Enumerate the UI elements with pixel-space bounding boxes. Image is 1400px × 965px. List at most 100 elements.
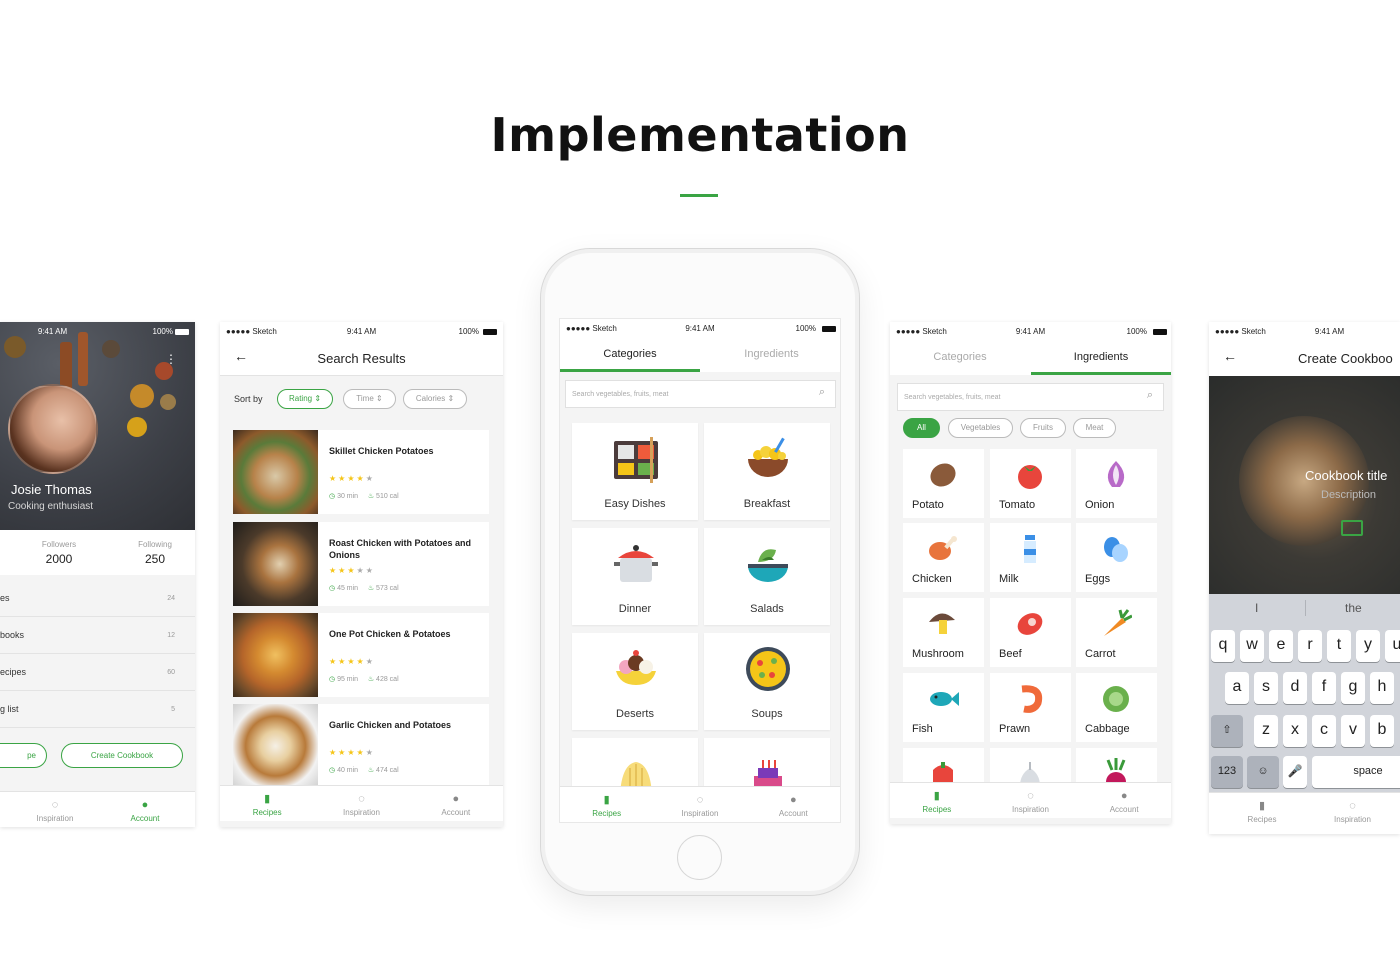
tab-inspiration[interactable]: ◌ Inspiration [653,787,746,822]
filter-vegetables-chip[interactable]: Vegetables [948,418,1013,438]
category-card[interactable]: Salads [704,528,830,625]
recipe-card[interactable]: Skillet Chicken Potatoes ★★★★★ ◷ 30 min … [233,430,489,514]
ingredient-card[interactable]: Milk [990,523,1071,592]
key[interactable]: c [1312,715,1336,747]
sort-rating-chip[interactable]: Rating ⇕ [277,389,333,409]
ingredient-card[interactable]: Tomato [990,449,1071,518]
tab-inspiration[interactable]: ◌ Inspiration [1315,793,1390,834]
dictation-key[interactable]: 🎤 [1283,756,1307,788]
ingredient-card[interactable] [903,748,984,790]
tab-account[interactable]: ● Account [409,786,503,821]
filter-all-chip[interactable]: All [903,418,940,438]
ingredient-card[interactable] [1076,748,1157,790]
ingredient-card[interactable]: Carrot [1076,598,1157,667]
key[interactable]: x [1283,715,1307,747]
key[interactable]: h [1370,672,1394,704]
tab-inspiration[interactable]: ◌ Inspiration [314,786,408,821]
avatar[interactable] [8,384,98,474]
cookbook-cover-image[interactable]: Cookbook title Description [1209,376,1400,594]
tab-label: Account [778,809,808,818]
key[interactable]: u [1385,630,1400,662]
ingredient-card[interactable]: Eggs [1076,523,1157,592]
suggestion[interactable]: the [1345,601,1362,615]
followers-stat[interactable]: Followers 2000 [24,540,94,566]
tab-categories[interactable]: Categories [890,340,1030,375]
account-icon: ● [141,799,149,811]
tab-label: Account [130,814,160,823]
sort-time-chip[interactable]: Time ⇕ [343,389,396,409]
recipe-card[interactable]: One Pot Chicken & Potatoes ★★★★★ ◷ 95 mi… [233,613,489,697]
recipe-card[interactable]: Roast Chicken with Potatoes and Onions ★… [233,522,489,606]
back-arrow-icon[interactable]: ← [1223,348,1237,364]
category-card[interactable]: Deserts [572,633,698,730]
fish-icon [930,692,959,706]
tab-account[interactable]: ● Account [110,792,180,827]
tab-recipes[interactable]: ▮ Recipes [220,786,314,821]
cookbook-description-input[interactable]: Description [1321,489,1376,501]
emoji-key[interactable]: ☺ [1247,756,1279,788]
ingredient-card[interactable]: Prawn [990,673,1071,742]
shift-key[interactable]: ⇧ [1211,715,1243,747]
following-stat[interactable]: Following 250 [120,540,190,566]
key[interactable]: w [1240,630,1264,662]
recipe-card[interactable]: Garlic Chicken and Potatoes ★★★★★ ◷ 40 m… [233,704,489,788]
list-item[interactable]: ecipes 60 [0,654,195,691]
numbers-key[interactable]: 123 [1211,756,1243,788]
tab-recipes[interactable]: ▮ Recipes [1209,793,1315,834]
filter-meat-chip[interactable]: Meat [1073,418,1116,438]
key[interactable]: r [1298,630,1322,662]
key[interactable]: y [1356,630,1380,662]
list-item[interactable]: books 12 [0,617,195,654]
list-item[interactable]: es 24 [0,580,195,617]
filter-fruits-chip[interactable]: Fruits [1020,418,1066,438]
ingredient-card[interactable]: Fish [903,673,984,742]
add-recipe-button[interactable]: pe [0,743,47,768]
key[interactable]: v [1341,715,1365,747]
chicken-leg-icon [929,536,957,560]
category-card[interactable]: Dinner [572,528,698,625]
list-item[interactable]: g list 5 [0,691,195,728]
key[interactable]: d [1283,672,1307,704]
key[interactable]: s [1254,672,1278,704]
camera-icon[interactable] [1341,520,1363,536]
more-icon[interactable]: ⋮ [165,352,177,366]
key[interactable]: a [1225,672,1249,704]
ingredient-card[interactable]: Potato [903,449,984,518]
key[interactable]: t [1327,630,1351,662]
mushroom-icon [929,613,955,634]
create-cookbook-button[interactable]: Create Cookbook [61,743,183,768]
ingredient-card[interactable]: Beef [990,598,1071,667]
tab-ingredients[interactable]: Ingredients [701,337,840,372]
key[interactable]: e [1269,630,1293,662]
tab-inspiration[interactable]: ◌ Inspiration [0,792,110,827]
ingredient-label: Carrot [1085,648,1116,660]
category-card[interactable]: Easy Dishes [572,423,698,520]
tab-categories[interactable]: Categories [560,337,700,372]
navbar: ← Create Cookboo [1209,340,1400,376]
tab-inspiration[interactable]: ◌ Inspiration [984,783,1078,818]
suggestion[interactable]: I [1255,601,1258,615]
category-card[interactable]: Soups [704,633,830,730]
ingredient-card[interactable]: Cabbage [1076,673,1157,742]
sort-calories-chip[interactable]: Calories ⇕ [403,389,467,409]
ingredient-card[interactable] [990,748,1071,786]
cookbook-title-input[interactable]: Cookbook title [1305,468,1387,483]
search-input[interactable]: Search vegetables, fruits, meat ⌕ [897,383,1164,411]
category-card[interactable]: Breakfast [704,423,830,520]
tab-account[interactable]: ● Account [747,787,840,822]
search-input[interactable]: Search vegetables, fruits, meat ⌕ [565,380,836,408]
ingredient-card[interactable]: Chicken [903,523,984,592]
ingredient-card[interactable]: Mushroom [903,598,984,667]
tab-recipes[interactable]: ▮ Recipes [560,787,653,822]
key[interactable]: g [1341,672,1365,704]
tab-account[interactable]: ● Account [1077,783,1171,818]
space-key[interactable]: space [1312,756,1400,788]
key[interactable]: f [1312,672,1336,704]
tab-recipes[interactable]: ▮ Recipes [890,783,984,818]
key[interactable]: b [1370,715,1394,747]
key[interactable]: q [1211,630,1235,662]
ingredient-card[interactable]: Onion [1076,449,1157,518]
home-button[interactable] [677,835,722,880]
tab-ingredients[interactable]: Ingredients [1031,340,1171,375]
key[interactable]: z [1254,715,1278,747]
